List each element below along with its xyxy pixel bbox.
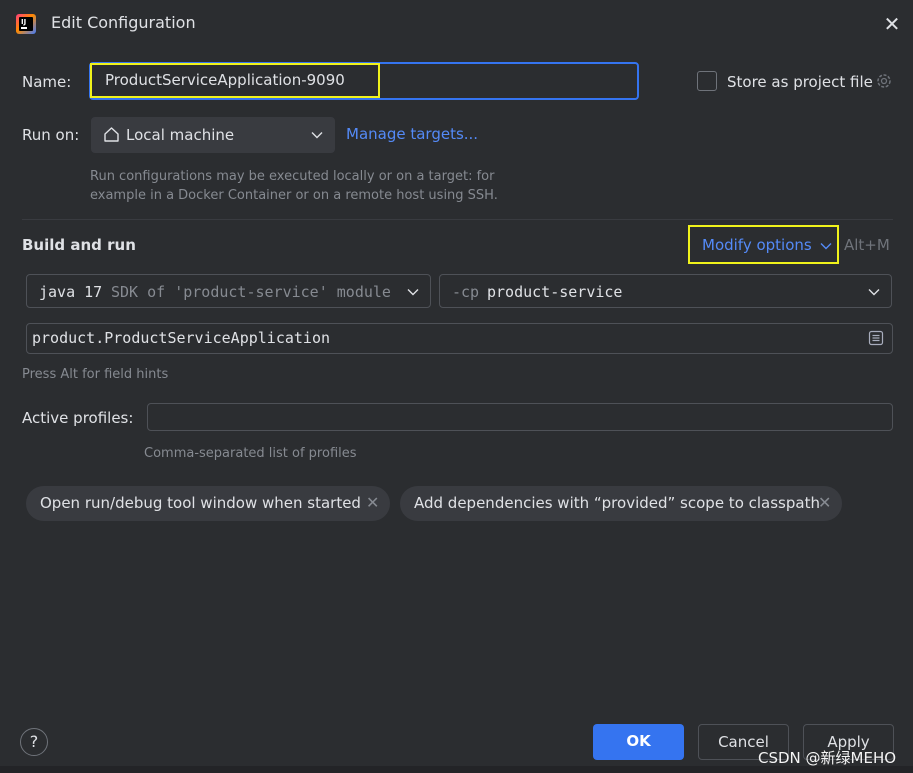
chevron-down-icon — [407, 289, 419, 296]
close-icon[interactable]: ✕ — [880, 12, 904, 36]
gear-icon[interactable] — [875, 72, 893, 90]
option-chip-label: Open run/debug tool window when started — [40, 494, 361, 512]
option-chip-label: Add dependencies with “provided” scope t… — [414, 494, 820, 512]
store-as-project-file-checkbox[interactable] — [697, 71, 717, 91]
bottom-edge — [0, 766, 913, 773]
modify-options-link[interactable]: Modify options — [702, 236, 812, 254]
modify-options-label: Modify options — [702, 236, 812, 254]
window-title: Edit Configuration — [51, 13, 196, 32]
active-profiles-hint: Comma-separated list of profiles — [144, 446, 357, 461]
run-on-value: Local machine — [126, 126, 235, 144]
active-profiles-input[interactable] — [147, 403, 893, 431]
store-as-project-file-label[interactable]: Store as project file — [727, 73, 873, 91]
intellij-app-icon: IJ — [16, 14, 36, 34]
chevron-down-icon — [868, 289, 880, 296]
classpath-module-value: product-service — [487, 283, 623, 301]
run-on-hint: Run configurations may be executed local… — [90, 167, 498, 205]
home-icon — [104, 127, 119, 142]
modify-options-shortcut: Alt+M — [844, 236, 890, 254]
chevron-down-icon[interactable] — [820, 242, 832, 250]
close-icon[interactable]: ✕ — [818, 493, 831, 512]
manage-targets-link[interactable]: Manage targets... — [346, 125, 478, 143]
ok-button[interactable]: OK — [593, 724, 684, 760]
run-on-hint-line-2: example in a Docker Container or on a re… — [90, 188, 498, 203]
name-label: Name: — [22, 73, 72, 91]
close-icon[interactable]: ✕ — [366, 493, 379, 512]
chevron-down-icon — [311, 132, 323, 139]
build-and-run-heading: Build and run — [22, 236, 136, 254]
field-hints-text: Press Alt for field hints — [22, 367, 169, 382]
csdn-watermark: CSDN @新绿MEHO — [758, 749, 897, 767]
run-on-hint-line-1: Run configurations may be executed local… — [90, 169, 495, 184]
name-value: ProductServiceApplication-9090 — [105, 71, 345, 89]
classpath-prefix: -cp — [452, 283, 480, 301]
run-on-label: Run on: — [22, 126, 80, 144]
browse-list-icon[interactable] — [868, 330, 884, 346]
help-button[interactable]: ? — [20, 728, 48, 756]
sdk-java-version: java 17 — [39, 283, 103, 301]
active-profiles-label: Active profiles: — [22, 409, 134, 427]
main-class-value: product.ProductServiceApplication — [32, 329, 331, 347]
section-divider — [22, 219, 893, 220]
sdk-description: SDK of 'product-service' module — [111, 283, 391, 301]
